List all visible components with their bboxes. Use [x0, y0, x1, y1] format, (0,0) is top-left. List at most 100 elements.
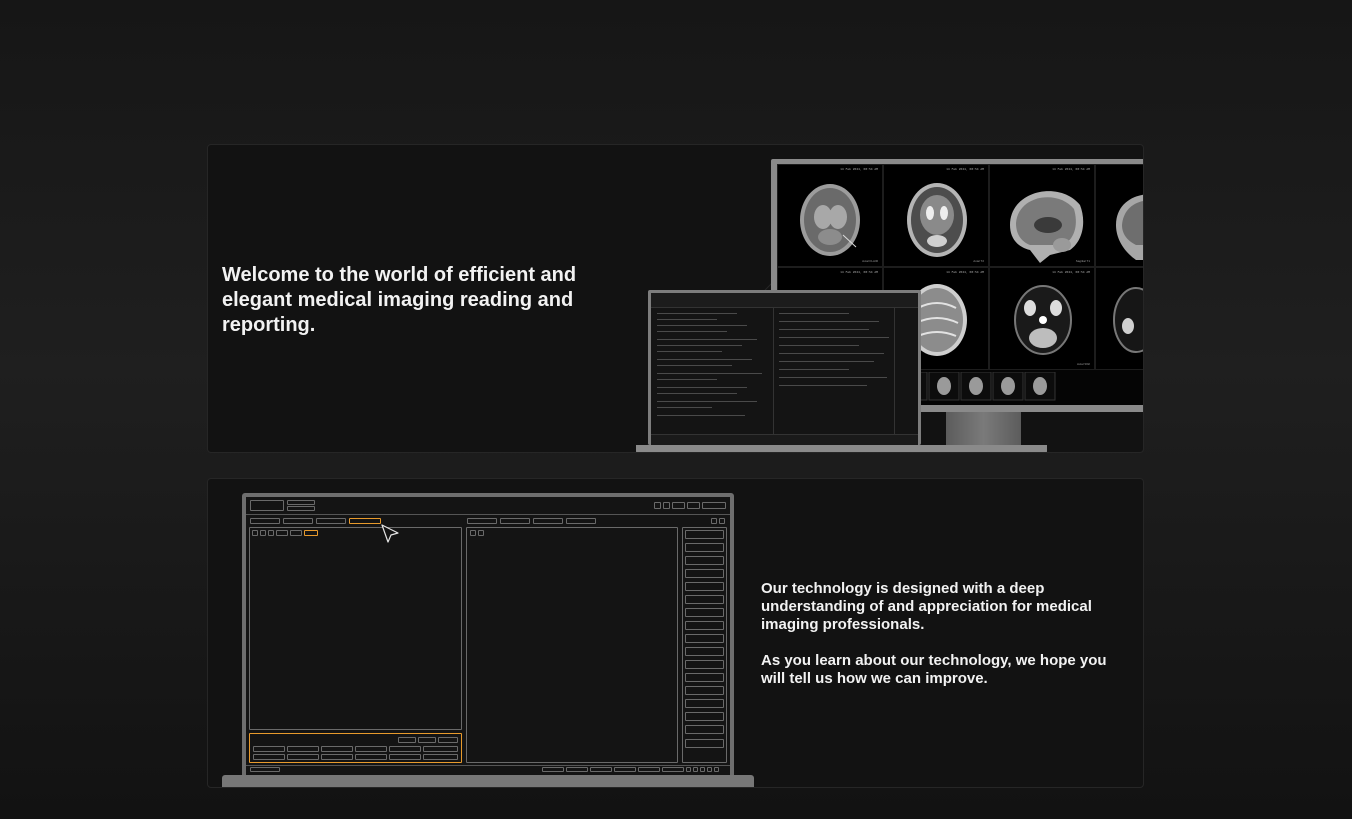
- wire-sidebar-item[interactable]: [685, 699, 724, 708]
- brain-axial-flair-image: [800, 184, 860, 256]
- wire-form-button[interactable]: [418, 737, 436, 743]
- wire-tab-highlighted[interactable]: [349, 518, 381, 524]
- scan-caption: Axial FLAIR: [862, 259, 878, 263]
- wire-tab[interactable]: [250, 518, 280, 524]
- scan-date: 14 Feb 2024, 08:54 AM: [840, 167, 878, 171]
- wire-sidebar-item[interactable]: [685, 712, 724, 721]
- wire-status-item: [566, 767, 588, 772]
- wire-tool-button[interactable]: [478, 530, 484, 536]
- wire-form-field[interactable]: [355, 746, 387, 752]
- wire-logo-box: [250, 500, 284, 511]
- wire-sidebar-item[interactable]: [685, 739, 724, 748]
- wire-sidebar-item[interactable]: [685, 686, 724, 695]
- wire-status-icon: [714, 767, 719, 772]
- brain-sagittal-image: [1116, 194, 1143, 260]
- scan-date: 14 Feb 2024, 08:54 AM: [946, 270, 984, 274]
- wire-form-field[interactable]: [253, 746, 285, 752]
- wire-sidebar-item[interactable]: [685, 556, 724, 565]
- scan-viewport-2: 14 Feb 2024, 08:54 AM Axial T2: [883, 164, 989, 267]
- wire-tool-button[interactable]: [290, 530, 302, 536]
- wire-tab[interactable]: [283, 518, 313, 524]
- scan-viewport-1: 14 Feb 2024, 08:54 AM Axial FLAIR: [777, 164, 883, 267]
- wire-form-field[interactable]: [389, 746, 421, 752]
- wire-tool-button-highlighted[interactable]: [304, 530, 318, 536]
- wire-form-button[interactable]: [438, 737, 458, 743]
- scan-date: 14 Feb 2024, 08:54 AM: [1052, 167, 1090, 171]
- wire-tab[interactable]: [467, 518, 497, 524]
- wire-sidebar-item[interactable]: [685, 595, 724, 604]
- wire-sidebar-item[interactable]: [685, 608, 724, 617]
- technology-copy: Our technology is designed with a deep u…: [761, 580, 1126, 706]
- wire-tool-button[interactable]: [268, 530, 274, 536]
- wire-sidebar-item[interactable]: [685, 725, 724, 734]
- wire-form-field[interactable]: [287, 754, 319, 760]
- thumbnail-strip: [897, 372, 1056, 401]
- wire-form-button[interactable]: [398, 737, 416, 743]
- scan-caption: Axial T2: [973, 259, 984, 263]
- wire-status-icon: [707, 767, 712, 772]
- wire-sidebar-item[interactable]: [685, 634, 724, 643]
- wire-tab[interactable]: [566, 518, 596, 524]
- wire-form-field[interactable]: [321, 754, 353, 760]
- technology-card: Our technology is designed with a deep u…: [207, 478, 1144, 788]
- wire-icon-button[interactable]: [654, 502, 661, 509]
- wire-icon-button[interactable]: [711, 518, 717, 524]
- wire-form-field[interactable]: [423, 754, 458, 760]
- brain-sagittal-t1-image: [1010, 191, 1084, 263]
- scan-viewport-3: 14 Feb 2024, 08:54 AM Sagittal T1: [989, 164, 1095, 267]
- scan-caption: Axial SWI: [1076, 362, 1090, 366]
- wire-tool-button[interactable]: [252, 530, 258, 536]
- wire-status-item: [590, 767, 612, 772]
- wire-sidebar-item[interactable]: [685, 621, 724, 630]
- wire-button[interactable]: [672, 502, 685, 509]
- scan-date: 14 Feb 2024, 08:54 AM: [840, 270, 878, 274]
- wireframe-screen: [246, 497, 730, 777]
- wire-sidebar-item[interactable]: [685, 673, 724, 682]
- wire-status-item: [542, 767, 564, 772]
- wire-tab[interactable]: [533, 518, 563, 524]
- report-footer-bar: [651, 434, 918, 445]
- wire-status-item: [614, 767, 636, 772]
- wire-status-icon: [693, 767, 698, 772]
- scan-date: 14 Feb 2024, 08:54 AM: [946, 167, 984, 171]
- wire-sidebar-item[interactable]: [685, 530, 724, 539]
- technology-paragraph-2: As you learn about our technology, we ho…: [761, 652, 1107, 687]
- wire-status-item: [250, 767, 280, 772]
- wire-button[interactable]: [687, 502, 700, 509]
- wire-form-field[interactable]: [287, 746, 319, 752]
- wire-status-item: [662, 767, 684, 772]
- wire-status-icon: [686, 767, 691, 772]
- report-editor-screen: [651, 293, 918, 445]
- wireframe-laptop-base: [222, 775, 754, 787]
- wire-form-field[interactable]: [389, 754, 421, 760]
- report-side-panel: [894, 307, 918, 435]
- wire-icon-button[interactable]: [663, 502, 670, 509]
- wire-sidebar-item[interactable]: [685, 543, 724, 552]
- wire-form-field[interactable]: [423, 746, 458, 752]
- scan-viewport-4: [1095, 164, 1143, 267]
- scan-viewport-8: [1095, 267, 1143, 370]
- wire-form-field[interactable]: [355, 754, 387, 760]
- laptop-device: [648, 290, 921, 445]
- wire-sidebar-item[interactable]: [685, 582, 724, 591]
- wire-sidebar-item[interactable]: [685, 647, 724, 656]
- wire-tool-button[interactable]: [260, 530, 266, 536]
- wire-form-field[interactable]: [253, 754, 285, 760]
- wire-button[interactable]: [702, 502, 726, 509]
- wire-sidebar-item[interactable]: [685, 660, 724, 669]
- hero-card: Welcome to the world of efficient and el…: [207, 144, 1144, 453]
- wire-tool-button[interactable]: [276, 530, 288, 536]
- wire-icon-button[interactable]: [719, 518, 725, 524]
- technology-paragraph-1: Our technology is designed with a deep u…: [761, 580, 1092, 633]
- wire-tab[interactable]: [500, 518, 530, 524]
- wire-status-icon: [700, 767, 705, 772]
- wire-subtitle-box: [287, 506, 315, 511]
- mouse-cursor-icon: [381, 524, 399, 543]
- wire-sidebar-item[interactable]: [685, 569, 724, 578]
- wire-form-field[interactable]: [321, 746, 353, 752]
- scan-caption: Sagittal T1: [1075, 259, 1090, 263]
- wire-tab[interactable]: [316, 518, 346, 524]
- wire-tool-button[interactable]: [470, 530, 476, 536]
- laptop-base: [636, 445, 1047, 452]
- hero-headline: Welcome to the world of efficient and el…: [222, 264, 577, 336]
